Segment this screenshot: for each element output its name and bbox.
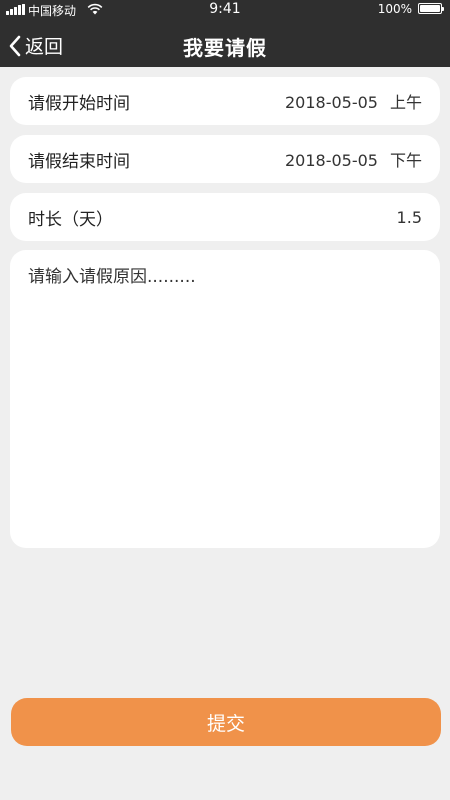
status-bar: 中国移动 9:41 100%	[0, 0, 450, 20]
battery-percent: 100%	[377, 2, 412, 16]
start-period: 上午	[389, 93, 422, 112]
page-title: 我要请假	[183, 36, 267, 60]
duration-row: 时长（天） 1.5	[10, 193, 440, 241]
start-time-value[interactable]: 2018-05-05 上午	[285, 89, 422, 113]
start-date: 2018-05-05	[285, 93, 378, 112]
battery-icon	[418, 3, 444, 14]
end-time-row[interactable]: 请假结束时间 2018-05-05 下午	[10, 135, 440, 183]
end-time-value[interactable]: 2018-05-05 下午	[285, 147, 422, 171]
duration-value: 1.5	[396, 207, 422, 227]
app-header: 中国移动 9:41 100% 返回 我要请假	[0, 0, 450, 67]
end-time-label: 请假结束时间	[28, 151, 130, 172]
reason-card	[10, 250, 440, 548]
submit-button[interactable]: 提交	[11, 698, 441, 746]
start-time-label: 请假开始时间	[28, 93, 130, 114]
duration-label: 时长（天）	[28, 209, 113, 230]
nav-bar: 返回 我要请假	[0, 22, 450, 67]
end-period: 下午	[389, 151, 422, 170]
start-time-row[interactable]: 请假开始时间 2018-05-05 上午	[10, 77, 440, 125]
reason-input[interactable]	[28, 262, 422, 536]
end-date: 2018-05-05	[285, 151, 378, 170]
